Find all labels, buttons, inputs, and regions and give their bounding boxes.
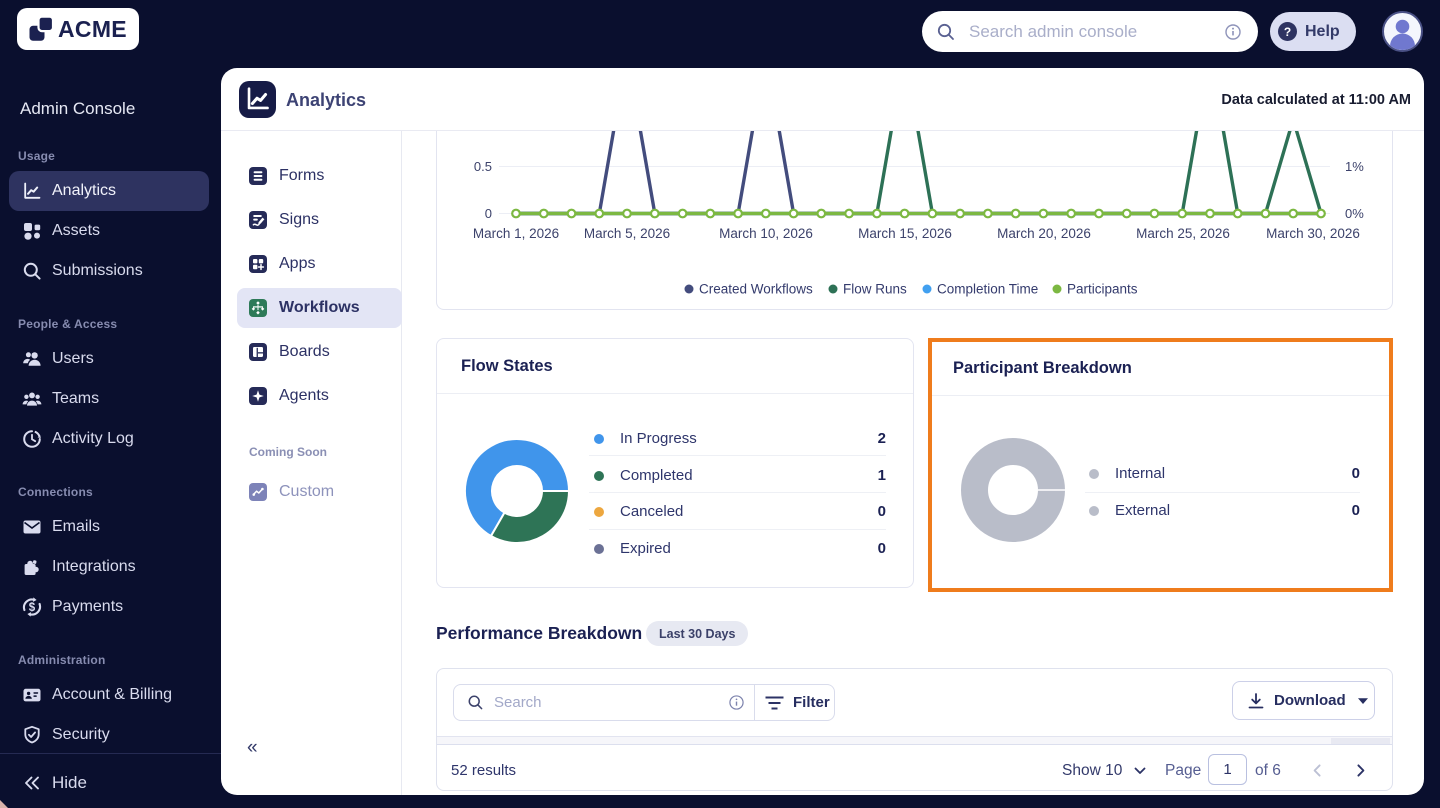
svg-text:Completion Time: Completion Time [937,282,1038,297]
svg-text:Created Workflows: Created Workflows [699,282,813,297]
svg-text:March 25, 2026: March 25, 2026 [1136,226,1230,241]
svg-text:Participants: Participants [1067,282,1138,297]
svg-text:1%: 1% [1345,159,1364,174]
svg-text:March 1, 2026: March 1, 2026 [473,226,559,241]
svg-text:March 10, 2026: March 10, 2026 [719,226,813,241]
svg-text:0: 0 [485,206,492,221]
svg-text:March 5, 2026: March 5, 2026 [584,226,670,241]
svg-text:March 15, 2026: March 15, 2026 [858,226,952,241]
svg-text:March 20, 2026: March 20, 2026 [997,226,1091,241]
svg-text:0.5: 0.5 [474,159,492,174]
svg-text:0%: 0% [1345,206,1364,221]
svg-text:Flow Runs: Flow Runs [843,282,907,297]
svg-text:$: $ [29,602,36,614]
svg-text:March 30, 2026: March 30, 2026 [1266,226,1360,241]
